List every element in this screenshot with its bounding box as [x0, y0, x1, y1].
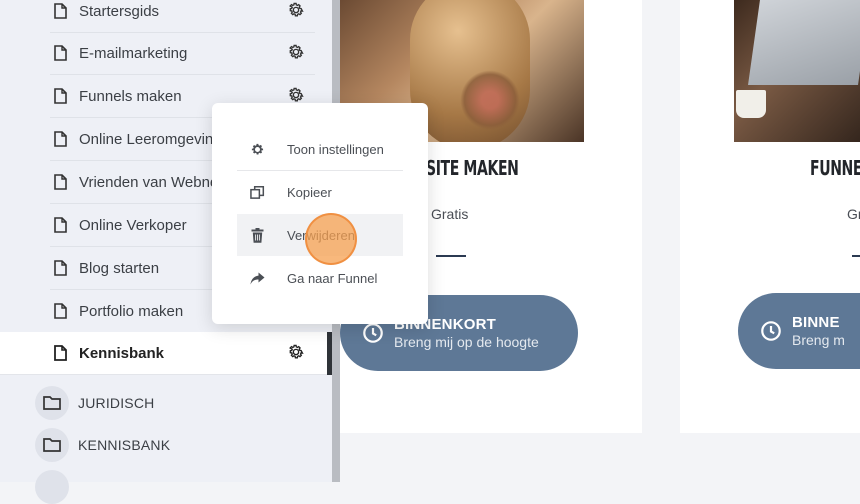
sidebar-item-label: E-mailmarketing — [79, 44, 188, 62]
menu-item-ga-naar-funnel[interactable]: Ga naar Funnel — [237, 257, 403, 299]
sidebar-item-label: Startersgids — [79, 2, 160, 20]
sidebar-item-startersgids[interactable]: Startersgids — [50, 0, 315, 33]
trash-icon — [249, 227, 265, 243]
sidebar-item-label: Online Leeromgeving — [79, 130, 222, 148]
sidebar-item-kennisbank[interactable]: Kennisbank — [0, 332, 327, 375]
gear-icon[interactable] — [287, 43, 305, 61]
folder-label: JURIDISCH — [78, 395, 155, 411]
gear-icon[interactable] — [287, 1, 305, 19]
sidebar-item-label: Portfolio maken — [79, 302, 184, 320]
sidebar-item-label: Blog starten — [79, 259, 160, 277]
clock-icon — [363, 323, 383, 343]
card-price: Gratis — [431, 206, 469, 222]
document-icon — [53, 345, 67, 361]
document-icon — [53, 131, 67, 147]
card-image — [734, 0, 860, 142]
clock-icon — [761, 321, 781, 341]
card-title: SITE MAKEN — [426, 156, 519, 180]
card-title: FUNNEL — [810, 156, 860, 180]
cta-subtitle: Breng mij op de hoogte — [394, 334, 539, 350]
cta-subtitle: Breng m — [792, 332, 845, 348]
copy-icon — [249, 184, 265, 200]
cta-title: BINNE — [792, 314, 840, 331]
document-icon — [53, 217, 67, 233]
document-icon — [53, 3, 67, 19]
folder-icon — [35, 386, 69, 420]
menu-item-toon-instellingen[interactable]: Toon instellingen — [237, 128, 403, 170]
product-card: FUNNEL Gr BINNE Breng m — [680, 0, 860, 433]
folder-partial[interactable] — [35, 470, 69, 504]
notify-button[interactable]: BINNE Breng m — [738, 293, 860, 369]
folder-kennisbank[interactable]: KENNISBANK — [35, 428, 170, 462]
document-icon — [53, 88, 67, 104]
menu-item-label: Ga naar Funnel — [287, 270, 378, 286]
divider — [852, 255, 860, 257]
divider — [436, 255, 466, 257]
document-icon — [53, 303, 67, 319]
sidebar-item-label: Online Verkoper — [79, 216, 187, 234]
folder-icon — [35, 428, 69, 462]
context-menu: Toon instellingen Kopieer Verwijderen Ga… — [212, 103, 428, 324]
sidebar-item-label: Funnels maken — [79, 87, 182, 105]
gear-icon[interactable] — [287, 86, 305, 104]
menu-item-label: Kopieer — [287, 184, 332, 200]
card-price: Gr — [847, 206, 860, 222]
sidebar-item-label: Kennisbank — [79, 344, 165, 362]
document-icon — [53, 174, 67, 190]
folder-label: KENNISBANK — [78, 437, 171, 453]
folder-icon — [35, 470, 69, 504]
menu-item-kopieer[interactable]: Kopieer — [237, 171, 403, 213]
document-icon — [53, 260, 67, 276]
gear-icon — [249, 141, 265, 157]
sidebar-item-e-mailmarketing[interactable]: E-mailmarketing — [50, 32, 315, 75]
gear-icon[interactable] — [287, 343, 305, 361]
menu-item-label: Toon instellingen — [287, 141, 384, 157]
click-indicator — [305, 213, 357, 265]
folder-juridisch[interactable]: JURIDISCH — [35, 386, 154, 420]
share-arrow-icon — [249, 270, 265, 286]
document-icon — [53, 45, 67, 61]
